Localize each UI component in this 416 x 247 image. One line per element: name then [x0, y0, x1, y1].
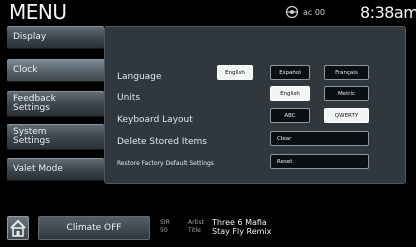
source-label: SIR — [160, 219, 170, 226]
sidebar-item-label: Clock — [13, 65, 38, 75]
language-label: Language — [117, 72, 162, 82]
artist-label: Artist — [188, 219, 205, 226]
settings-panel: Language English Español Français Units … — [104, 26, 406, 184]
climate-button[interactable]: Climate OFF — [38, 216, 150, 240]
menu-screen: MENU ac 00 8:38am Display Clock Feedback… — [0, 0, 416, 247]
keyboard-abc-button[interactable]: ABC — [270, 108, 310, 123]
phone-status-icon — [285, 5, 299, 19]
language-english-button[interactable]: English — [217, 65, 253, 80]
sidebar: Display Clock Feedback Settings System S… — [7, 24, 108, 184]
sidebar-item-feedback-settings[interactable]: Feedback Settings — [7, 91, 104, 117]
sidebar-item-label: System Settings — [13, 127, 50, 146]
language-francais-button[interactable]: Français — [324, 65, 369, 80]
units-english-button[interactable]: English — [270, 86, 310, 101]
sidebar-item-system-settings[interactable]: System Settings — [7, 124, 104, 150]
home-button[interactable] — [7, 216, 29, 240]
status-indicator: ac 00 — [303, 8, 326, 17]
restore-defaults-label: Restore Factory Default Settings — [117, 160, 214, 167]
now-playing-labels: Artist Title — [188, 219, 204, 235]
sidebar-item-label: Feedback Settings — [13, 94, 56, 113]
track-title: Stay Fly Remix — [212, 227, 272, 236]
page-title: MENU — [9, 0, 67, 24]
channel-number: 50 — [160, 227, 168, 234]
now-playing-info: Three 6 Mafia Stay Fly Remix — [212, 218, 271, 236]
delete-stored-items-label: Delete Stored Items — [117, 137, 207, 147]
units-label: Units — [117, 93, 141, 103]
sidebar-item-label: Display — [13, 32, 47, 42]
language-espanol-button[interactable]: Español — [270, 65, 310, 80]
artist-name: Three 6 Mafia — [212, 218, 267, 227]
now-playing-source: SIR 50 — [160, 219, 170, 235]
title-label: Title — [188, 227, 201, 234]
sidebar-item-clock[interactable]: Clock — [7, 59, 108, 82]
keyboard-layout-label: Keyboard Layout — [117, 115, 193, 125]
sidebar-item-label: Valet Mode — [13, 164, 63, 174]
clock-display: 8:38am — [360, 3, 416, 22]
sidebar-item-valet-mode[interactable]: Valet Mode — [7, 158, 104, 181]
reset-button[interactable]: Reset — [270, 154, 369, 169]
bottom-bar: Climate OFF SIR 50 Artist Title Three 6 … — [0, 211, 416, 247]
units-metric-button[interactable]: Metric — [324, 86, 369, 101]
home-icon — [10, 219, 26, 237]
sidebar-item-display[interactable]: Display — [7, 26, 104, 49]
clear-button[interactable]: Clear — [270, 131, 369, 146]
keyboard-qwerty-button[interactable]: QWERTY — [324, 108, 369, 123]
